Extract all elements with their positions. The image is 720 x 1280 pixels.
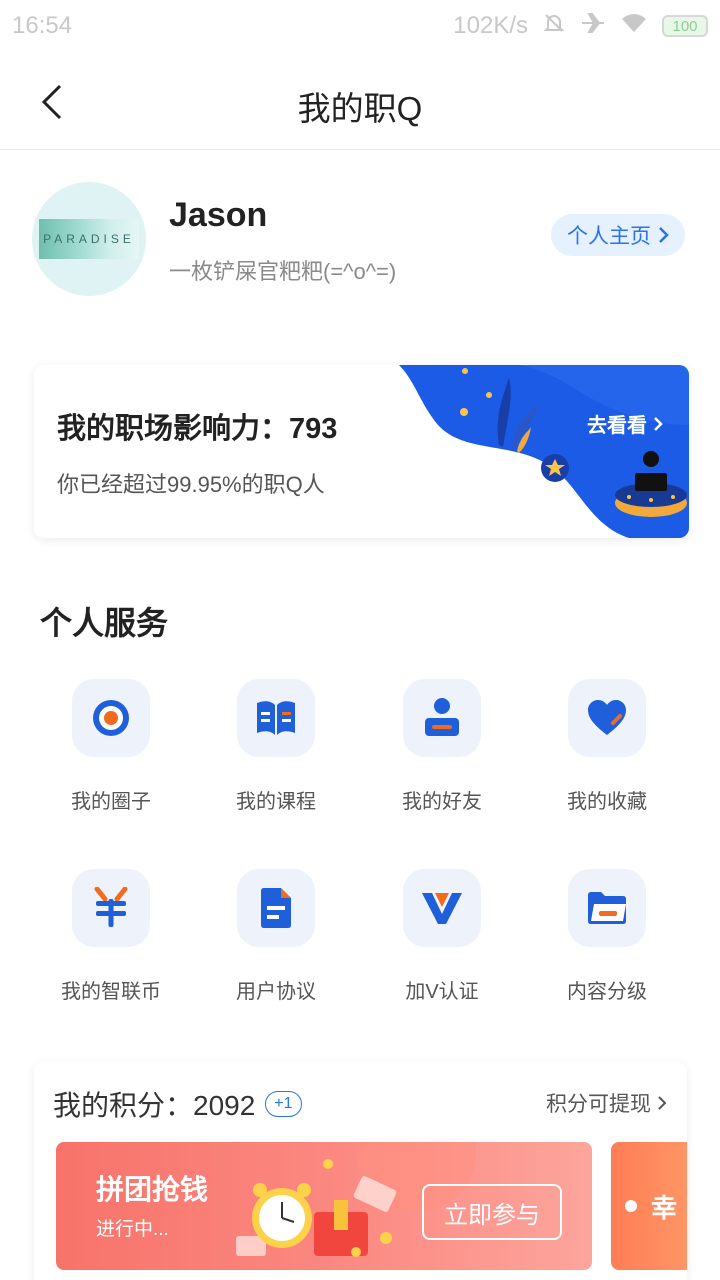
nav-bar: 我的职Q bbox=[0, 52, 720, 150]
avatar[interactable]: PARADISE bbox=[32, 182, 146, 296]
lucky-banner[interactable]: 幸 bbox=[611, 1142, 687, 1270]
folder-icon bbox=[568, 869, 646, 947]
service-zhilian-coin[interactable]: 我的智联币 bbox=[36, 869, 186, 1019]
service-user-agreement[interactable]: 用户协议 bbox=[201, 869, 351, 1019]
page-title: 我的职Q bbox=[297, 90, 423, 127]
influence-subtitle: 你已经超过99.95%的职Q人 bbox=[57, 472, 325, 497]
banner-status: 进行中... bbox=[96, 1219, 169, 1240]
influence-illustration bbox=[399, 365, 689, 538]
service-label: 我的圈子 bbox=[71, 791, 151, 813]
service-label: 我的收藏 bbox=[567, 791, 647, 813]
banner-title: 拼团抢钱 bbox=[96, 1174, 209, 1205]
status-time: 16:54 bbox=[12, 12, 73, 39]
chevron-right-icon bbox=[658, 1096, 667, 1110]
points-withdraw-link[interactable]: 积分可提现 bbox=[546, 1088, 667, 1118]
service-label: 内容分级 bbox=[567, 981, 647, 1003]
join-now-button[interactable]: 立即参与 bbox=[422, 1184, 562, 1240]
status-icons: 102K/s 100 bbox=[453, 11, 708, 42]
chevron-right-icon bbox=[654, 416, 663, 431]
points-plus-badge: +1 bbox=[265, 1091, 302, 1117]
go-look-link[interactable]: 去看看 bbox=[587, 409, 663, 438]
service-label: 我的好友 bbox=[402, 791, 482, 813]
service-label: 加V认证 bbox=[405, 981, 479, 1003]
service-label: 用户协议 bbox=[236, 981, 316, 1003]
group-grab-banner[interactable]: 拼团抢钱 进行中... 立即参与 bbox=[56, 1142, 592, 1270]
service-content-rating[interactable]: 内容分级 bbox=[532, 869, 682, 1019]
service-v-verification[interactable]: 加V认证 bbox=[367, 869, 517, 1019]
book-icon bbox=[237, 679, 315, 757]
influence-card[interactable]: 我的职场影响力：793 你已经超过99.95%的职Q人 去看看 bbox=[34, 365, 689, 538]
star-badge-icon bbox=[541, 454, 569, 482]
dot-icon bbox=[625, 1200, 637, 1212]
wifi-icon bbox=[620, 12, 648, 41]
user-signature: 一枚铲屎官粑粑(=^o^=) bbox=[169, 259, 397, 284]
avatar-image: PARADISE bbox=[39, 219, 139, 259]
go-look-label: 去看看 bbox=[587, 415, 647, 437]
yuan-icon bbox=[72, 869, 150, 947]
points-title: 我的积分：2092 bbox=[53, 1090, 256, 1121]
home-button-label: 个人主页 bbox=[567, 225, 651, 248]
mute-bell-icon bbox=[542, 11, 566, 42]
influence-title: 我的职场影响力：793 bbox=[57, 413, 338, 445]
network-speed: 102K/s bbox=[453, 12, 528, 39]
service-my-circle[interactable]: 我的圈子 bbox=[36, 679, 186, 829]
user-name: Jason bbox=[169, 196, 268, 234]
target-icon bbox=[72, 679, 150, 757]
points-card: 我的积分：2092 +1 积分可提现 拼团抢钱 进行中... 立即参与 幸 bbox=[34, 1062, 687, 1280]
service-my-friends[interactable]: 我的好友 bbox=[367, 679, 517, 829]
status-bar: 16:54 102K/s 100 bbox=[0, 0, 720, 52]
services-title: 个人服务 bbox=[40, 605, 169, 641]
personal-homepage-button[interactable]: 个人主页 bbox=[551, 214, 685, 256]
points-title-row: 我的积分：2092 +1 bbox=[53, 1084, 302, 1124]
airplane-icon bbox=[580, 11, 606, 42]
service-my-courses[interactable]: 我的课程 bbox=[201, 679, 351, 829]
service-label: 我的智联币 bbox=[61, 981, 161, 1003]
document-icon bbox=[237, 869, 315, 947]
v-badge-icon bbox=[403, 869, 481, 947]
withdraw-label: 积分可提现 bbox=[546, 1093, 651, 1116]
friend-icon bbox=[403, 679, 481, 757]
service-my-favorites[interactable]: 我的收藏 bbox=[532, 679, 682, 829]
service-label: 我的课程 bbox=[236, 791, 316, 813]
chevron-right-icon bbox=[659, 227, 669, 243]
heart-icon bbox=[568, 679, 646, 757]
banner-title: 幸 bbox=[651, 1193, 678, 1223]
battery-icon: 100 bbox=[662, 15, 708, 37]
